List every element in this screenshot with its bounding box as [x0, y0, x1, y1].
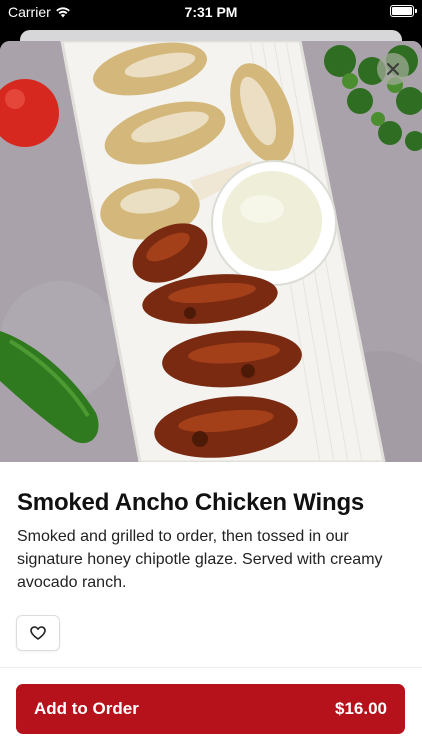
product-title: Smoked Ancho Chicken Wings [17, 489, 365, 516]
add-to-order-label: Add to Order [34, 699, 139, 718]
divider [0, 667, 422, 668]
heart-icon [30, 626, 46, 640]
product-description: Smoked and grilled to order, then tossed… [17, 528, 383, 591]
price-label: $16.00 [335, 699, 387, 718]
close-icon [387, 63, 399, 75]
close-button[interactable] [377, 53, 409, 85]
battery-icon [390, 5, 417, 17]
status-time: 7:31 PM [184, 4, 238, 20]
favorite-button[interactable] [16, 615, 60, 651]
add-to-order-button[interactable]: Add to Order $16.00 [16, 684, 405, 734]
product-sheet: Smoked Ancho Chicken Wings Smoked and gr… [0, 41, 422, 750]
product-image [0, 41, 422, 462]
status-bar: Carrier 7:31 PM [0, 0, 422, 26]
